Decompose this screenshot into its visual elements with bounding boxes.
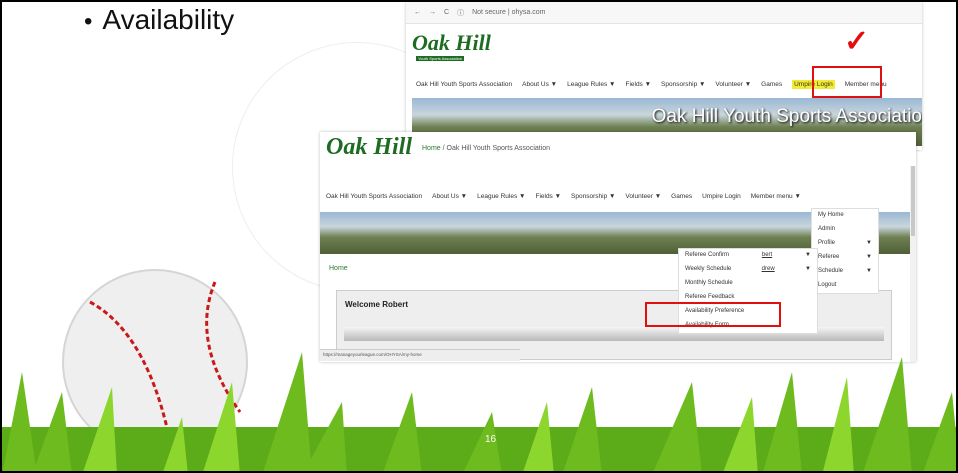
member-menu-item[interactable]: Schedule ▼ [812, 265, 878, 279]
nav-umpire-login[interactable]: Umpire Login [702, 193, 741, 200]
referee-menu-item-label: Monthly Schedule [685, 280, 733, 286]
nav-fields[interactable]: Fields ▼ [625, 81, 651, 88]
nav-home[interactable]: Oak Hill Youth Sports Association [416, 81, 512, 88]
grass-decoration [2, 352, 956, 471]
chevron-down-icon: ▼ [866, 240, 872, 246]
website-screenshot-top: ← → C ⓘ Not secure | ohysa.com Oak Hill … [406, 2, 922, 150]
member-menu-item-label: Profile [818, 240, 836, 246]
nav-sponsorship[interactable]: Sponsorship ▼ [571, 193, 615, 200]
referee-menu-item[interactable]: Referee Confirm bert ▼ [679, 249, 817, 263]
member-menu-item-label: Schedule [818, 268, 844, 274]
page-number: 16 [485, 434, 497, 445]
referee-menu-item-label: Weekly Schedule [685, 266, 732, 272]
url-text: Not secure | ohysa.com [472, 9, 546, 16]
breadcrumb: Home / Oak Hill Youth Sports Association [422, 145, 550, 152]
browser-address-bar[interactable]: ← → C ⓘ Not secure | ohysa.com [406, 2, 922, 24]
nav-league-rules[interactable]: League Rules ▼ [567, 81, 615, 88]
banner-title: Oak Hill Youth Sports Associatio [651, 106, 922, 127]
nav-games[interactable]: Games [671, 193, 692, 200]
nav-sponsorship[interactable]: Sponsorship ▼ [661, 81, 705, 88]
logo-subtitle: Youth Sports Association [416, 56, 465, 61]
home-link[interactable]: Home [329, 265, 348, 272]
nav-about[interactable]: About Us ▼ [522, 81, 557, 88]
back-icon[interactable]: ← [414, 9, 421, 16]
member-menu-item[interactable]: Logout [812, 279, 878, 293]
chevron-down-icon: ▼ [866, 268, 872, 274]
nav-member-menu[interactable]: Member menu ▼ [751, 193, 801, 200]
member-menu-item[interactable]: Referee ▼ [812, 251, 878, 265]
chevron-down-icon: ▼ [805, 266, 811, 272]
member-menu-item[interactable]: Admin [812, 223, 878, 237]
member-menu-item[interactable]: My Home [812, 209, 878, 223]
checkmark-annotation: ✓ [844, 25, 870, 58]
nav-league-rules[interactable]: League Rules ▼ [477, 193, 525, 200]
main-nav: Oak Hill Youth Sports Association About … [326, 193, 811, 200]
referee-menu-item[interactable]: Weekly Schedule drew ▼ [679, 263, 817, 277]
breadcrumb-current: Oak Hill Youth Sports Association [446, 145, 551, 152]
nav-volunteer[interactable]: Volunteer ▼ [625, 193, 661, 200]
referee-menu-item[interactable]: Monthly Schedule [679, 277, 817, 291]
nav-volunteer[interactable]: Volunteer ▼ [715, 81, 751, 88]
nav-games[interactable]: Games [761, 81, 782, 88]
referee-menu-item-extra: drew [761, 266, 775, 272]
bullet-item: • Availability [84, 4, 234, 36]
info-icon: ⓘ [457, 9, 465, 17]
highlight-box-umpire-login [812, 66, 882, 98]
bullet-dot: • [84, 8, 93, 35]
member-menu-dropdown: My Home Admin Profile ▼ Referee ▼ Schedule… [811, 208, 879, 294]
chevron-down-icon: ▼ [866, 254, 872, 260]
member-menu-item-label: Referee [818, 254, 840, 260]
breadcrumb-home[interactable]: Home [422, 145, 441, 152]
member-menu-item[interactable]: Profile ▼ [812, 237, 878, 251]
referee-menu-item-label: Referee Feedback [685, 294, 735, 300]
reload-icon[interactable]: C [444, 9, 449, 16]
chevron-down-icon: ▼ [805, 252, 811, 258]
nav-fields[interactable]: Fields ▼ [535, 193, 561, 200]
site-logo[interactable]: Oak Hill [412, 30, 491, 56]
forward-icon[interactable]: → [429, 9, 436, 16]
referee-menu-item-extra: bert [761, 252, 773, 258]
slide: • Availability ← → C ⓘ Not secure | ohysa… [0, 0, 958, 473]
site-logo[interactable]: Oak Hill [326, 134, 412, 161]
member-menu-item-label: My Home [818, 212, 844, 218]
member-menu-item-label: Logout [818, 282, 837, 288]
nav-home[interactable]: Oak Hill Youth Sports Association [326, 193, 422, 200]
highlight-box-availability-preference [645, 302, 781, 327]
scrollbar-thumb[interactable] [911, 166, 915, 236]
welcome-text: Welcome Robert [345, 300, 408, 309]
website-screenshot-bottom: Oak Hill Home / Oak Hill Youth Sports As… [320, 132, 916, 362]
member-menu-item-label: Admin [818, 226, 836, 232]
nav-about[interactable]: About Us ▼ [432, 193, 467, 200]
bullet-text: Availability [102, 4, 235, 35]
referee-menu-item-label: Referee Confirm [685, 252, 730, 258]
breadcrumb-separator: / [442, 145, 445, 152]
